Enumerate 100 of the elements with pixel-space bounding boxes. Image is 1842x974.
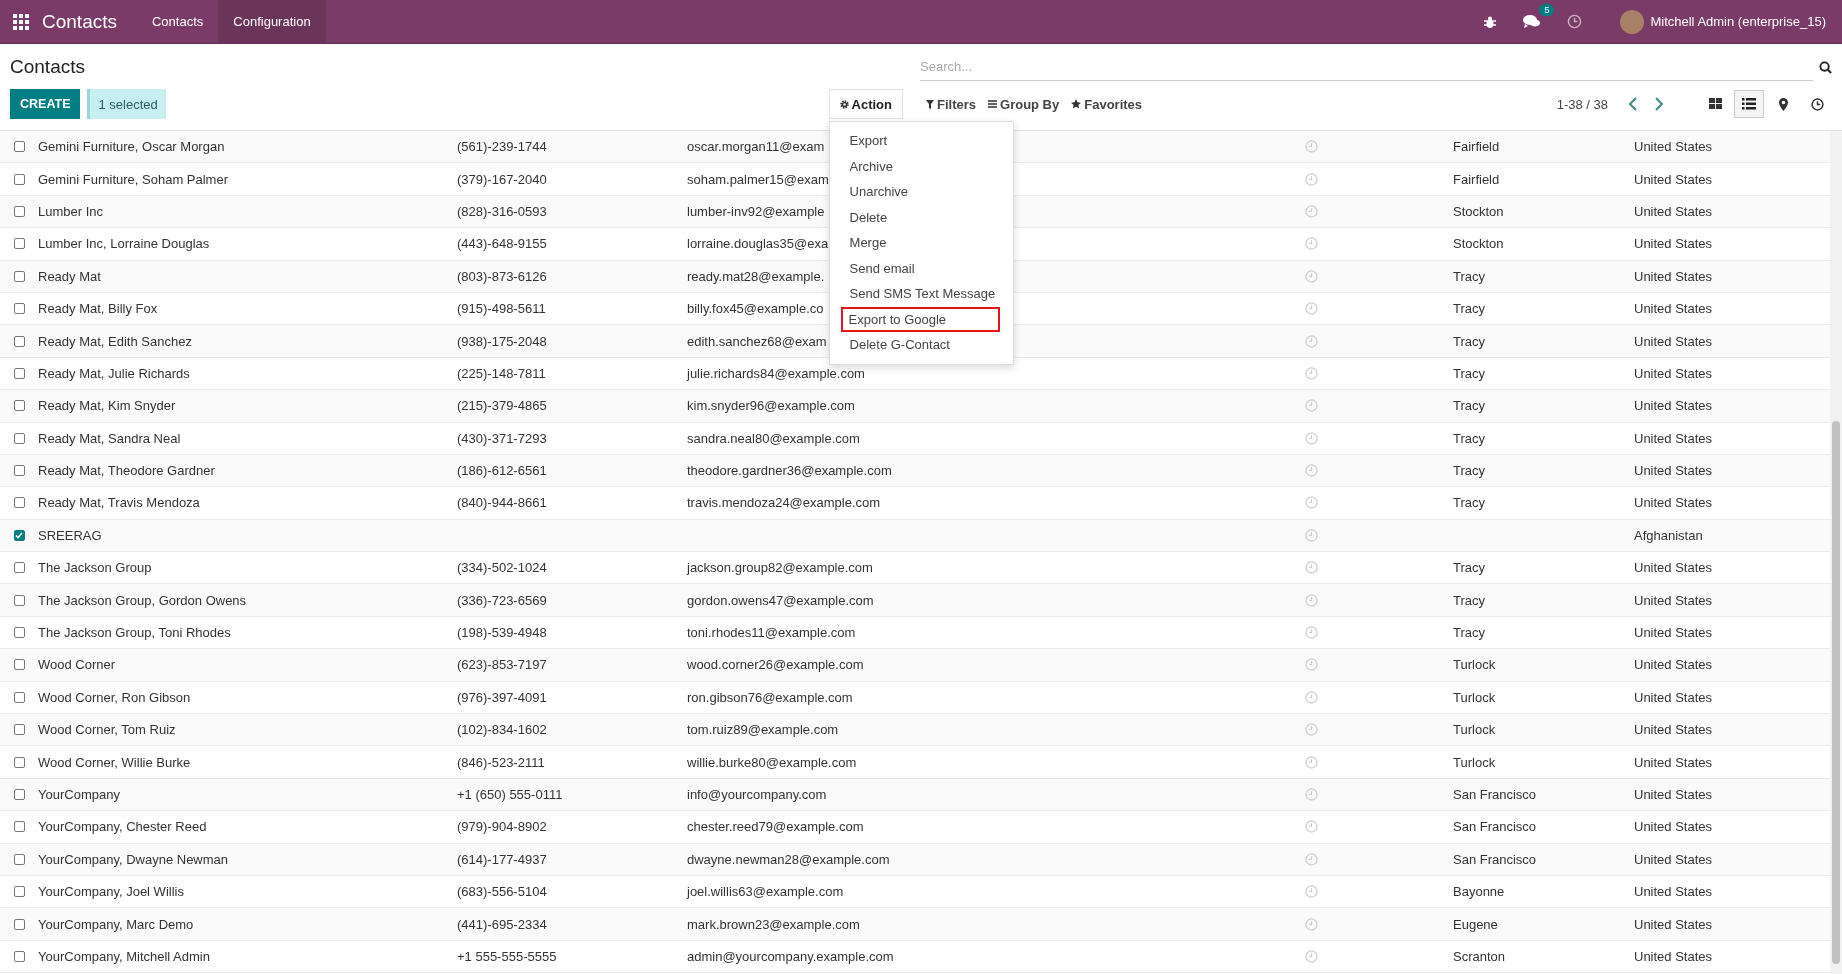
row-checkbox[interactable] (13, 853, 25, 865)
menu-item[interactable]: Delete G-Contact (842, 332, 1000, 358)
apps-grid-icon[interactable] (13, 13, 29, 30)
phone-number: (683)-556-5104 (457, 884, 547, 900)
row-checkbox[interactable] (13, 205, 25, 217)
row-checkbox[interactable] (13, 367, 25, 379)
menu-item[interactable]: Export to Google (840, 306, 1000, 332)
row-checkbox[interactable] (13, 562, 25, 574)
row-checkbox[interactable] (13, 756, 25, 768)
row-checkbox[interactable] (13, 821, 25, 833)
country-name: United States (1634, 398, 1713, 414)
city-name: Tracy (1453, 333, 1486, 349)
list-view-button[interactable] (1734, 90, 1764, 118)
row-checkbox[interactable] (13, 141, 25, 153)
row-checkbox[interactable] (13, 400, 25, 412)
row-checkbox[interactable] (13, 432, 25, 444)
city-name: Tracy (1453, 592, 1486, 608)
row-checkbox[interactable] (13, 465, 25, 477)
country-name: United States (1634, 560, 1713, 576)
city-name: Scranton (1453, 948, 1506, 964)
city-name: Bayonne (1453, 884, 1505, 900)
country-name: United States (1634, 236, 1713, 252)
previous-page-icon[interactable] (1628, 97, 1638, 111)
email-address: mark.brown23@example.com (687, 916, 860, 932)
country-name: United States (1634, 495, 1713, 511)
filter-menu-button[interactable]: Group By (982, 96, 1066, 112)
city-name: Tracy (1453, 398, 1486, 414)
country-name: United States (1634, 787, 1713, 802)
menu-item[interactable]: Send email (842, 255, 1000, 281)
menu-item[interactable]: Unarchive (842, 179, 1000, 205)
chat-icon[interactable] (1523, 14, 1542, 29)
contact-name: Lumber Inc (38, 203, 104, 219)
map-pin-icon (1778, 97, 1788, 111)
row-checkbox[interactable] (13, 497, 25, 509)
country-name: United States (1634, 754, 1713, 770)
row-checkbox[interactable] (13, 173, 25, 185)
row-checkbox[interactable] (13, 724, 25, 736)
search-field[interactable]: Search... (920, 53, 1813, 81)
row-checkbox[interactable] (13, 303, 25, 315)
country-name: United States (1634, 365, 1713, 381)
row-checkbox[interactable] (13, 691, 25, 703)
row-checkbox[interactable] (13, 270, 25, 282)
contact-name: YourCompany, Marc Demo (38, 916, 194, 932)
scrollbar[interactable] (1830, 131, 1842, 974)
email-address: julie.richards84@example.com (687, 365, 865, 381)
user-name[interactable]: Mitchell Admin (enterprise_15) (1650, 14, 1826, 29)
menu-item[interactable]: Export (842, 128, 1000, 154)
bug-icon[interactable] (1483, 14, 1498, 29)
phone-number: (443)-648-9155 (457, 236, 547, 252)
search-icon[interactable] (1819, 60, 1832, 74)
pager-value: 1-38 / 38 (1556, 96, 1608, 112)
row-checkbox[interactable] (13, 529, 25, 541)
next-page-icon[interactable] (1654, 97, 1664, 111)
row-checkbox[interactable] (13, 950, 25, 962)
menu-item[interactable]: Archive (842, 153, 1000, 179)
email-address: edith.sanchez68@exam (687, 333, 827, 349)
row-checkbox[interactable] (13, 918, 25, 930)
filter-menu-button[interactable]: Favorites (1065, 96, 1149, 112)
phone-number: (186)-612-6561 (457, 463, 547, 479)
email-address: billy.fox45@example.co (687, 301, 824, 317)
email-address: info@yourcompany.com (687, 787, 827, 802)
menu-item[interactable]: Configuration (218, 0, 326, 44)
city-name: San Francisco (1453, 787, 1537, 802)
country-name: United States (1634, 333, 1713, 349)
user-avatar[interactable] (1620, 9, 1645, 34)
email-address: tom.ruiz89@example.com (687, 722, 839, 738)
menu-item[interactable]: Send SMS Text Message (842, 281, 1000, 307)
filter-menu-button[interactable]: Filters (920, 96, 982, 112)
city-name: Stockton (1453, 203, 1504, 219)
phone-number: (803)-873-6126 (457, 268, 547, 284)
phone-number: (846)-523-2111 (457, 754, 545, 770)
contact-name: Ready Mat, Sandra Neal (38, 430, 181, 446)
email-address: ron.gibson76@example.com (687, 689, 853, 705)
contact-name: Wood Corner, Willie Burke (38, 754, 191, 770)
row-checkbox[interactable] (13, 238, 25, 250)
country-name: United States (1634, 657, 1713, 673)
menu-item[interactable]: Delete (842, 204, 1000, 230)
phone-number: +1 (650) 555-0111 (457, 787, 563, 802)
city-name: San Francisco (1453, 851, 1537, 867)
city-name: Tracy (1453, 463, 1486, 479)
action-button[interactable]: Action (828, 89, 903, 119)
row-checkbox[interactable] (13, 789, 25, 800)
row-checkbox[interactable] (13, 886, 25, 898)
clock-icon[interactable] (1567, 14, 1583, 29)
phone-number: (561)-239-1744 (457, 139, 547, 155)
phone-number: (102)-834-1602 (457, 722, 547, 738)
create-button[interactable]: CREATE (10, 89, 81, 119)
contact-name: YourCompany, Mitchell Admin (38, 948, 210, 964)
menu-item[interactable]: Contacts (137, 0, 219, 44)
row-checkbox[interactable] (13, 594, 25, 606)
row-checkbox[interactable] (13, 659, 25, 671)
contact-name: Ready Mat, Travis Mendoza (38, 495, 200, 511)
country-name: United States (1634, 916, 1713, 932)
contact-name: Lumber Inc, Lorraine Douglas (38, 236, 210, 252)
menu-item[interactable]: Merge (842, 230, 1000, 256)
row-checkbox[interactable] (13, 335, 25, 347)
row-checkbox[interactable] (13, 627, 25, 639)
contact-name: Gemini Furniture, Soham Palmer (38, 171, 228, 187)
city-name: Turlock (1453, 754, 1496, 770)
email-address: admin@yourcompany.example.com (687, 948, 894, 964)
